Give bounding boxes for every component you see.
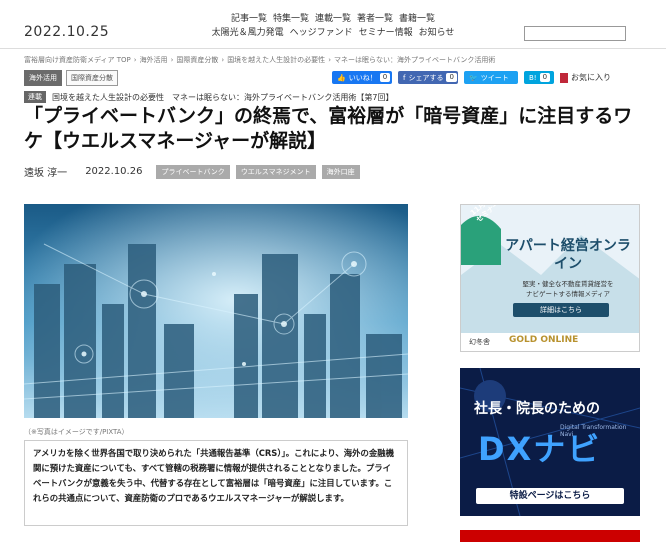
category-tags: 海外活用 国際資産分散 <box>24 70 118 86</box>
series-info: 連載 国境を越えた人生設計の必要性 マネーは眠らない：海外プライベートバンク活用… <box>24 91 394 103</box>
facebook-share-button[interactable]: f シェアする 0 <box>398 71 458 84</box>
share-count: 0 <box>446 73 457 82</box>
category-tag-overseas[interactable]: 海外活用 <box>24 70 62 86</box>
breadcrumb-item[interactable]: 国境を越えた人生設計の必要性 <box>227 56 325 64</box>
search-input[interactable] <box>524 26 626 41</box>
breadcrumb-item[interactable]: 国際資産分散 <box>176 56 218 64</box>
ad1-body: 堅実・健全な不動産賃貸経営を ナビゲートする情報メディア <box>522 280 614 298</box>
top-nav-link-2[interactable]: 連載一覧 <box>315 14 351 24</box>
article-hero-image <box>24 204 408 418</box>
hatena-label: B! <box>529 73 537 82</box>
hatena-count: 0 <box>539 73 551 82</box>
like-count: 0 <box>379 73 391 82</box>
top-nav-link-4[interactable]: 書籍一覧 <box>399 14 435 24</box>
facebook-like-button[interactable]: 👍 いいね！ 0 <box>332 71 392 84</box>
top-navigation: 記事一覧 特集一覧 連載一覧 著者一覧 書籍一覧 太陽光＆風力発電 ヘッジファンド セミナー… <box>198 12 468 40</box>
header-divider <box>0 48 666 49</box>
like-label: いいね！ <box>348 73 377 82</box>
category-tag-diversification[interactable]: 国際資産分散 <box>66 70 118 86</box>
article-tag[interactable]: ウエルスマネジメント <box>235 164 316 179</box>
ad2-special-page-button[interactable]: 特設ページはこちら <box>476 488 624 504</box>
article-tag[interactable]: プライベートバンク <box>156 164 230 179</box>
tweet-button[interactable]: 🐦 ツイート <box>464 71 518 84</box>
top-nav-link-0[interactable]: 太陽光＆風力発電 <box>212 28 284 38</box>
top-nav-row-secondary: 太陽光＆風力発電 ヘッジファンド セミナー情報 お知らせ <box>198 26 468 40</box>
breadcrumb-separator-icon: › <box>221 56 225 64</box>
top-nav-link-1[interactable]: 特集一覧 <box>273 14 309 24</box>
thumbs-up-icon: 👍 <box>337 73 346 82</box>
article-lead: アメリカを除く世界各国で取り決められた「共通報告基準（CRS）」。これにより、海… <box>24 440 408 526</box>
ad2-subtitle: Digital Transformation Navi <box>560 424 627 438</box>
favorite-label: お気に入り <box>571 73 611 82</box>
article-date: 2022.10.26 <box>85 166 143 177</box>
article-tag[interactable]: 海外口座 <box>321 164 360 179</box>
share-label: シェアする <box>408 73 444 82</box>
breadcrumb-separator-icon: › <box>133 56 137 64</box>
third-ad-banner[interactable] <box>460 530 640 542</box>
series-text[interactable]: 国境を越えた人生設計の必要性 マネーは眠らない：海外プライベートバンク活用術【第… <box>52 92 394 103</box>
ad1-publisher: 幻冬舎 <box>469 338 490 346</box>
breadcrumb: 富裕層向け資産防衛メディア TOP › 海外活用 › 国際資産分散 › 国境を越えた人生設計… <box>24 55 495 65</box>
apartment-ad-banner[interactable]: 11月23日(土) セミナー開催 アパート経営オンライン 堅実・健全な不動産賃貸… <box>460 204 640 352</box>
top-nav-link-0[interactable]: 記事一覧 <box>231 14 267 24</box>
ad1-detail-button[interactable]: 詳細はこちら <box>513 303 609 317</box>
tweet-label: ツイート <box>480 73 509 82</box>
hatena-bookmark-button[interactable]: B! 0 <box>524 71 554 84</box>
top-nav-link-2[interactable]: セミナー情報 <box>359 28 413 38</box>
top-nav-row-primary: 記事一覧 特集一覧 連載一覧 著者一覧 書籍一覧 <box>198 12 468 26</box>
article-meta: 遠坂 淳一 2022.10.26 プライベートバンク ウエルスマネジメント 海外… <box>24 164 360 179</box>
breadcrumb-separator-icon: › <box>328 56 331 64</box>
series-badge: 連載 <box>24 91 46 103</box>
breadcrumb-separator-icon: › <box>170 56 174 64</box>
ad1-brand: GOLD ONLINE <box>509 335 579 345</box>
twitter-icon: 🐦 <box>469 73 478 82</box>
top-nav-link-3[interactable]: 著者一覧 <box>357 14 393 24</box>
facebook-icon: f <box>403 73 406 82</box>
top-nav-link-1[interactable]: ヘッジファンド <box>290 28 353 38</box>
bookmark-icon <box>560 72 568 83</box>
breadcrumb-item[interactable]: 富裕層向け資産防衛メディア TOP <box>24 56 131 64</box>
breadcrumb-item[interactable]: マネーは眠らない：海外プライベートバンク活用術 <box>334 56 495 64</box>
ad1-heading: アパート経営オンライン <box>505 238 631 272</box>
image-caption: （※写真はイメージです/PIXTA） <box>24 428 129 436</box>
social-buttons: 👍 いいね！ 0 f シェアする 0 🐦 ツイート B! 0 お気に入り <box>332 71 611 84</box>
favorite-button[interactable]: お気に入り <box>560 72 611 83</box>
breadcrumb-item[interactable]: 海外活用 <box>140 56 168 64</box>
dx-navi-ad-banner[interactable]: 社長・院長のための DXナビ Digital Transformation Na… <box>460 368 640 516</box>
article-title: 「プライベートバンク」の終焉で、富裕層が「暗号資産」に注目するワケ【ウエルスマネ… <box>24 105 633 152</box>
author-name[interactable]: 遠坂 淳一 <box>24 164 67 179</box>
top-nav-link-3[interactable]: お知らせ <box>419 28 455 38</box>
ad2-heading: 社長・院長のための <box>474 401 600 417</box>
site-date: 2022.10.25 <box>24 24 110 40</box>
